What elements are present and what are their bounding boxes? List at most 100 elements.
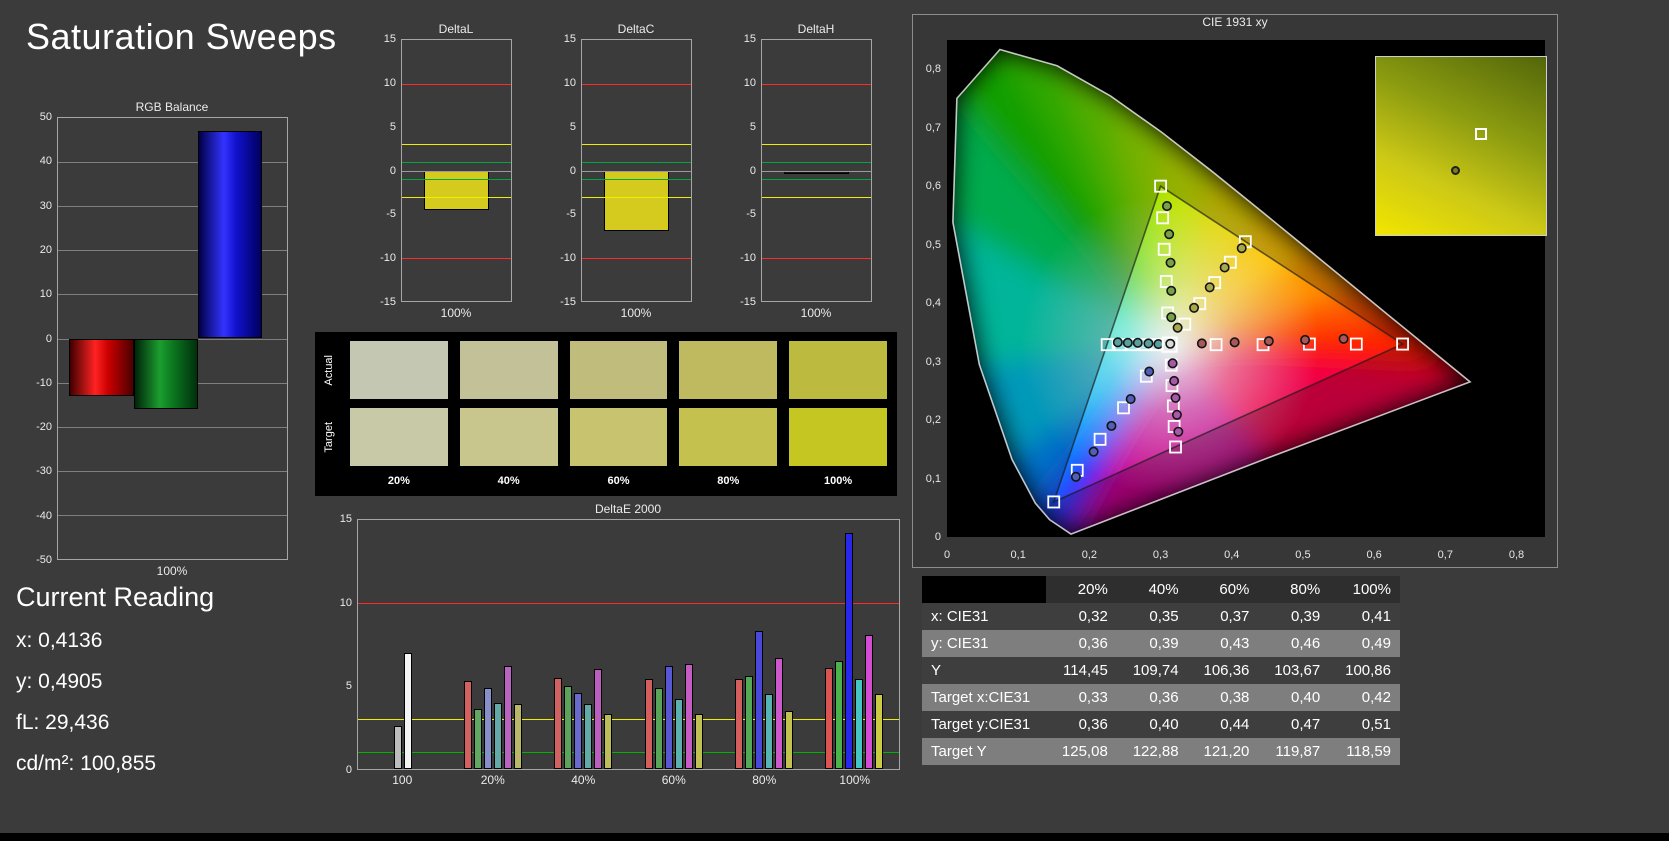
y-tick-label: -5 [746, 208, 756, 221]
x-tick-label: 60% [661, 773, 686, 787]
deltae-bar [734, 679, 743, 769]
swatch-actual-60% [569, 341, 668, 399]
measured-dot [1144, 366, 1155, 377]
column-header: 40% [1116, 576, 1188, 603]
y-tick-label: 0,4 [925, 297, 941, 310]
row-label: Target Y [931, 743, 987, 760]
row-label: Target x:CIE31 [931, 689, 1031, 706]
table-cell: 0,35 [1149, 608, 1179, 625]
column-label: 80% [717, 475, 740, 487]
y-tick-label: -5 [566, 208, 576, 221]
x-tick-label: 100% [839, 773, 871, 787]
y-tick-label: 0,2 [925, 414, 941, 427]
deltae-bar [514, 704, 523, 769]
y-tick-label: 0,3 [925, 355, 941, 368]
y-tick-label: 5 [345, 680, 352, 693]
chart-body: 15 10 5 0 -5 -10 -15 [734, 33, 872, 308]
bar-group-100% [809, 520, 899, 769]
actual-vs-target-swatches: Actual Target 20% 40% 60% 80% 100% [315, 332, 897, 496]
y-tick-label: 15 [563, 33, 576, 45]
table-cell: 0,42 [1361, 689, 1391, 706]
y-tick-label: -30 [36, 465, 52, 478]
reading-fl: fL: 29,436 [16, 711, 110, 734]
x-axis-label: 100% [156, 564, 188, 578]
x-tick-label: 0 [943, 549, 951, 561]
reading-cdm2: cd/m²: 100,855 [16, 752, 157, 775]
x-tick-label: 80% [752, 773, 777, 787]
swatch-actual-20% [350, 341, 448, 399]
bar-group-20% [448, 520, 538, 769]
measured-dot [1167, 358, 1178, 369]
measured-dot [1171, 409, 1182, 420]
ref-line [402, 179, 511, 181]
deltae-bar [394, 725, 403, 769]
white-measured-dot [1165, 338, 1176, 349]
plot-area [401, 39, 512, 302]
y-tick-label: 0 [749, 164, 756, 177]
ref-line [582, 196, 691, 198]
deltae-bar [774, 657, 783, 769]
chart-body: 0 0,1 0,2 0,3 0,4 0,5 0,6 0,7 0,8 0 0,1 0,2 0,3 0,4 0… [913, 32, 1557, 567]
table-cell: 100,86 [1345, 662, 1391, 679]
ref-line [762, 257, 871, 259]
swatch-actual-40% [459, 341, 558, 399]
chart-title: CIE 1931 xy [1202, 15, 1268, 29]
measured-dot [1088, 446, 1099, 457]
x-tick-label: 0,6 [1366, 549, 1382, 561]
table-cell: 0,36 [1078, 635, 1108, 652]
y-tick-label: -10 [380, 252, 396, 265]
column-header: 100% [1329, 576, 1400, 603]
y-tick-label: -10 [36, 376, 52, 389]
y-axis: 15 10 5 0 [330, 513, 357, 776]
column-header: 20% [1046, 576, 1117, 603]
table-cell: 0,47 [1290, 716, 1321, 733]
measured-dot [1153, 339, 1164, 350]
ref-line [402, 83, 511, 85]
deltae-bar [874, 694, 883, 769]
x-tick-label: 100 [392, 773, 413, 787]
swatch-target-80% [679, 408, 778, 466]
ref-line [582, 83, 691, 85]
ref-line [402, 170, 511, 172]
swatch-target-100% [789, 408, 887, 466]
table-row: Target y:CIE31 0,36 0,40 0,44 0,47 0,51 [922, 711, 1400, 738]
measured-dot [1164, 229, 1175, 240]
table-cell: 0,40 [1149, 716, 1179, 733]
measured-dot [1165, 257, 1176, 268]
deltae-bar [504, 666, 513, 769]
deltae-bar [474, 709, 483, 769]
x-tick-label: 0,3 [1152, 549, 1169, 561]
bar-group-60% [629, 520, 719, 769]
y-tick-label: 5 [569, 120, 576, 133]
table-cell: 0,36 [1078, 716, 1108, 733]
ref-line [402, 161, 511, 163]
deltae-bar [654, 687, 663, 769]
bar-blue [197, 131, 262, 339]
plot-area [581, 39, 692, 302]
x-tick-label: 0,5 [1295, 549, 1311, 561]
chart-body: 15 10 5 0 -5 -10 -15 [554, 33, 692, 308]
x-axis: 0 0,1 0,2 0,3 0,4 0,5 0,6 0,7 0,8 [943, 547, 1545, 561]
column-label: 100% [824, 475, 853, 487]
table-cell: 114,45 [1063, 662, 1108, 679]
x-axis-labels: 100 20% 40% 60% 80% 100% [330, 770, 900, 790]
y-tick-label: -15 [740, 296, 756, 308]
y-tick-label: -5 [386, 208, 396, 221]
deltae-bar [554, 677, 563, 769]
deltae-bar [694, 714, 703, 769]
table-cell: 109,74 [1132, 662, 1179, 679]
current-reading: Current Reading x: 0,4136 y: 0,4905 fL: … [16, 582, 214, 793]
y-axis: 0 0,1 0,2 0,3 0,4 0,5 0,6 0,7 0,8 [913, 40, 945, 543]
plot-area [761, 39, 872, 302]
table-corner-cell [922, 576, 1046, 603]
calman-saturation-sweeps-window: Saturation Sweeps RGB Balance 50 40 30 20 10… [0, 0, 1669, 841]
table-cell: 0,49 [1361, 635, 1391, 652]
y-tick-label: 0 [569, 164, 576, 177]
y-tick-label: -10 [740, 252, 756, 265]
swatch-target-40% [459, 408, 558, 466]
bar-group-40% [538, 520, 628, 769]
measured-dot [1189, 302, 1200, 313]
table-row: y: CIE31 0,36 0,39 0,43 0,46 0,49 [922, 630, 1400, 657]
table-cell: 0,46 [1290, 635, 1321, 652]
row-label: y: CIE31 [931, 635, 989, 652]
